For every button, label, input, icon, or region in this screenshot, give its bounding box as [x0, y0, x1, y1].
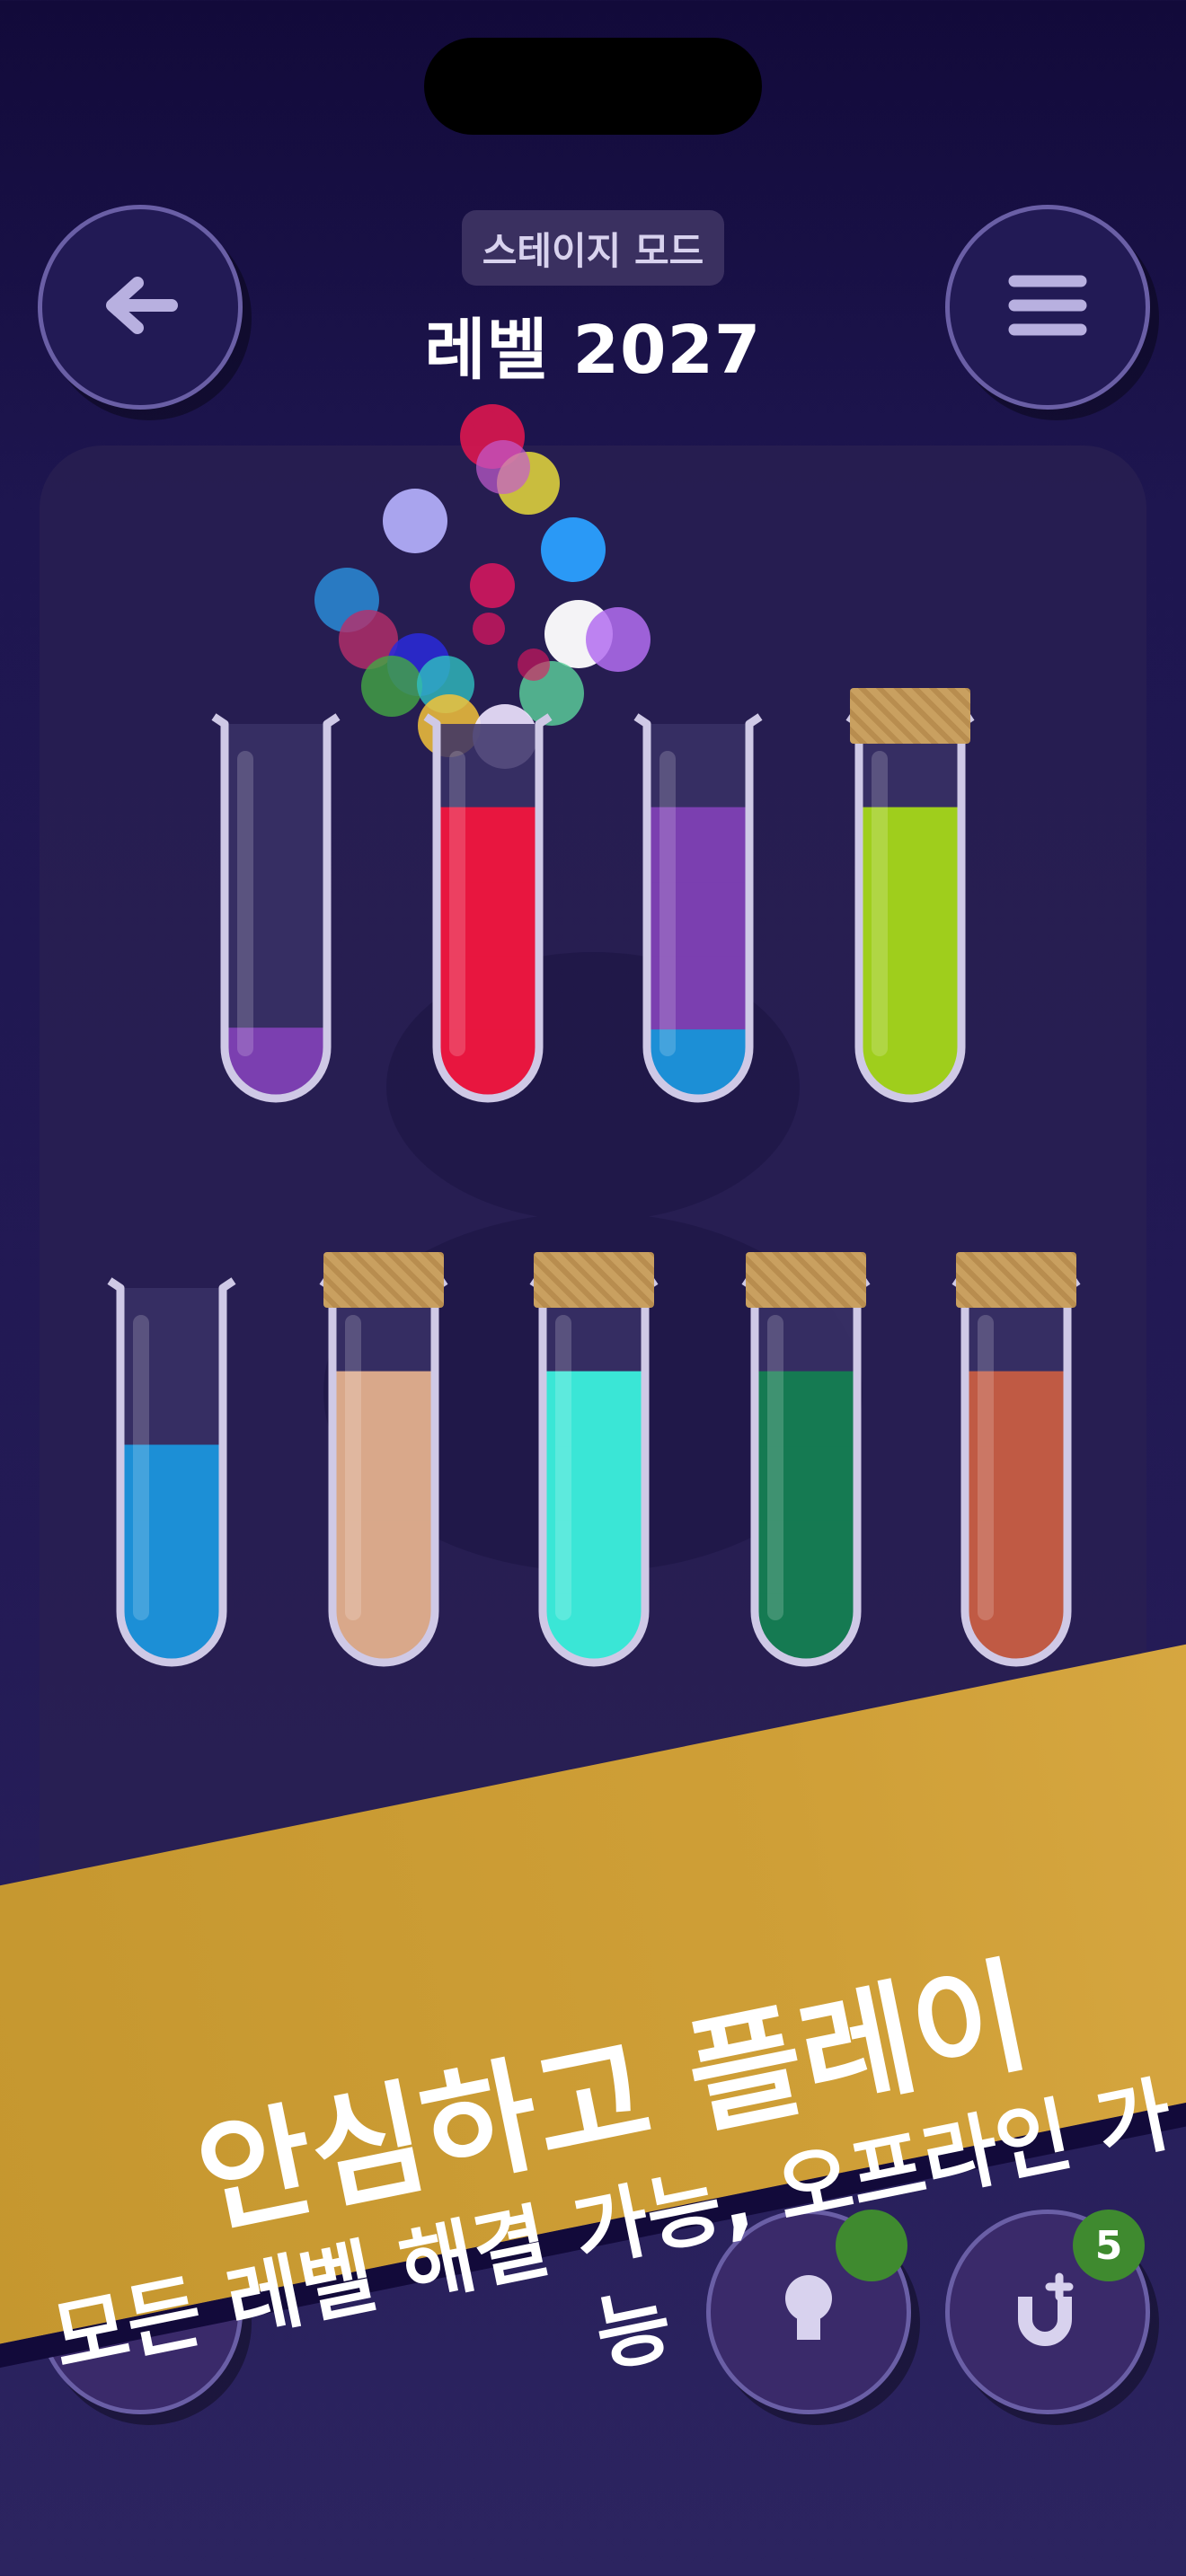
confetti-bubble	[383, 489, 447, 553]
tube-5[interactable]	[102, 1277, 241, 1674]
tube-6[interactable]	[314, 1252, 453, 1674]
cork-icon	[323, 1252, 444, 1308]
confetti-bubble	[361, 656, 422, 717]
confetti-bubble	[476, 440, 530, 494]
confetti-bubble	[473, 613, 505, 645]
cork-icon	[746, 1252, 866, 1308]
tube-7[interactable]	[525, 1252, 663, 1674]
level-title: 레벨 2027	[424, 312, 762, 389]
confetti-bubble	[541, 517, 606, 582]
cork-icon	[534, 1252, 654, 1308]
tube-9[interactable]	[947, 1252, 1085, 1674]
confetti-bubble	[586, 607, 651, 672]
cork-icon	[956, 1252, 1076, 1308]
confetti-bubble	[470, 563, 515, 608]
mode-label: 스테이지 모드	[462, 210, 724, 286]
tube-3[interactable]	[629, 713, 767, 1110]
cork-icon	[850, 688, 970, 744]
tube-2[interactable]	[419, 713, 557, 1110]
tube-4[interactable]	[841, 688, 979, 1110]
dynamic-island	[424, 38, 762, 135]
tube-1[interactable]	[207, 713, 345, 1110]
tube-8[interactable]	[737, 1252, 875, 1674]
confetti-bubble	[518, 648, 550, 681]
